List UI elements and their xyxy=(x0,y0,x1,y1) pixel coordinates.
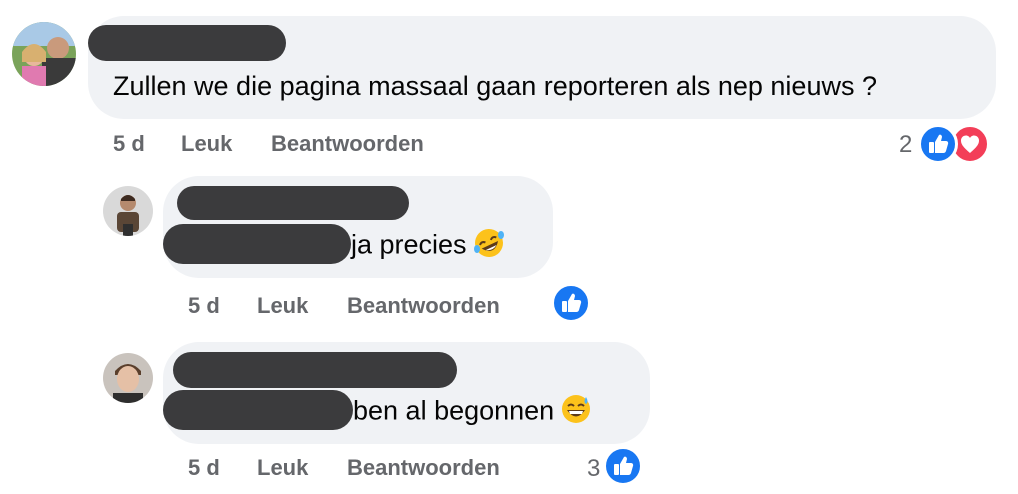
avatar[interactable] xyxy=(103,353,153,403)
comment-bubble: ben al begonnen xyxy=(163,342,650,444)
grinning-sweat-emoji xyxy=(560,393,592,432)
redacted-author-name xyxy=(177,186,409,220)
comment-bubble: Zullen we die pagina massaal gaan report… xyxy=(88,16,996,119)
comment-text: ja precies xyxy=(351,227,505,266)
comment-time[interactable]: 5 d xyxy=(188,293,220,319)
reaction-count[interactable]: 3 xyxy=(587,455,600,483)
rolling-on-floor-laughing-emoji xyxy=(473,227,505,266)
redacted-author-name xyxy=(173,352,457,388)
like-icon xyxy=(918,124,958,164)
like-icon xyxy=(603,446,643,486)
comment-time[interactable]: 5 d xyxy=(113,131,145,157)
like-icon[interactable] xyxy=(551,283,591,323)
redacted-mention xyxy=(163,224,351,264)
reply-button[interactable]: Beantwoorden xyxy=(271,131,424,157)
like-button[interactable]: Leuk xyxy=(257,455,308,481)
redacted-mention xyxy=(163,390,353,430)
like-button[interactable]: Leuk xyxy=(257,293,308,319)
comment-bubble: ja precies xyxy=(163,176,553,278)
comment-time[interactable]: 5 d xyxy=(188,455,220,481)
comment-text: ben al begonnen xyxy=(353,393,592,432)
reaction-count[interactable]: 2 xyxy=(899,131,912,159)
avatar[interactable] xyxy=(12,22,76,86)
avatar[interactable] xyxy=(103,186,153,236)
reply-button[interactable]: Beantwoorden xyxy=(347,293,500,319)
comment-text: Zullen we die pagina massaal gaan report… xyxy=(113,71,877,101)
reply-button[interactable]: Beantwoorden xyxy=(347,455,500,481)
redacted-author-name xyxy=(88,25,286,61)
like-button[interactable]: Leuk xyxy=(181,131,232,157)
